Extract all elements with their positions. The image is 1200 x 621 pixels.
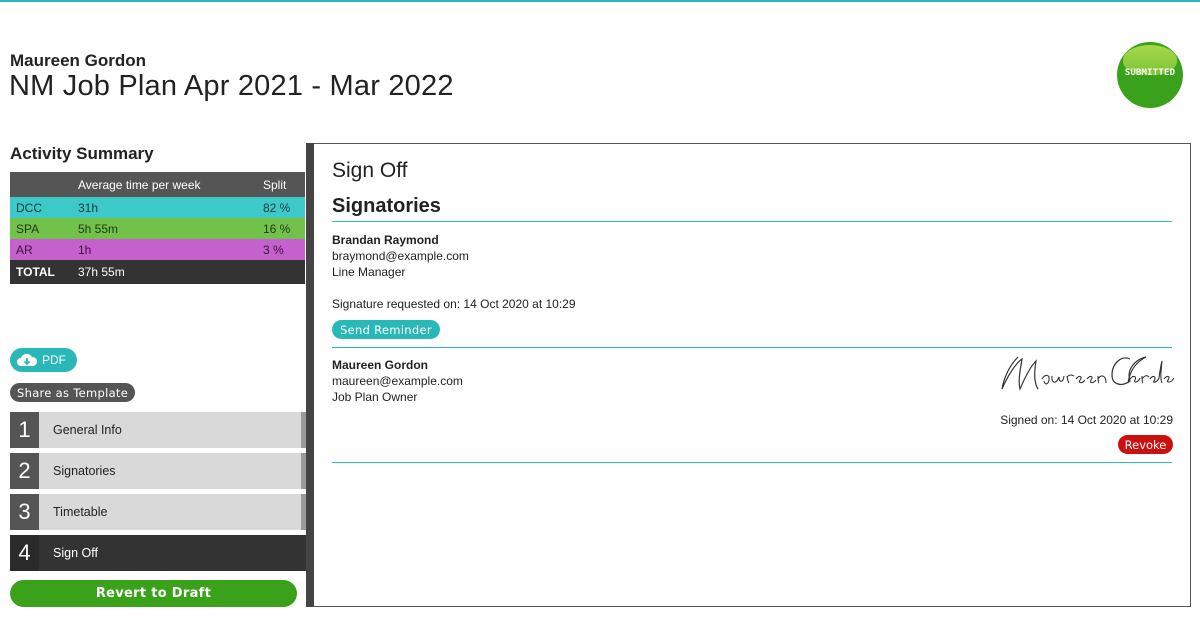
table-row: DCC 31h 82 % <box>10 197 305 218</box>
activity-split: 3 % <box>257 239 305 260</box>
step-timetable[interactable]: 3 Timetable <box>10 494 306 530</box>
activity-code: SPA <box>10 218 72 239</box>
signed-on-status: Signed on: 14 Oct 2020 at 10:29 <box>1000 413 1173 427</box>
signatory-line-manager: Brandan Raymond braymond@example.com Lin… <box>332 232 469 280</box>
step-signatories[interactable]: 2 Signatories <box>10 453 306 489</box>
column-header: Average time per week <box>72 172 257 197</box>
step-number: 3 <box>10 494 39 530</box>
revoke-button[interactable]: Revoke <box>1118 435 1173 454</box>
status-badge-label: SUBMITTED <box>1124 68 1176 78</box>
total-label: TOTAL <box>10 260 72 284</box>
user-name: Maureen Gordon <box>10 51 147 70</box>
activity-code: AR <box>10 239 72 260</box>
column-header <box>10 172 72 197</box>
step-label: Sign Off <box>53 546 98 560</box>
step-sign-off[interactable]: 4 Sign Off <box>10 535 306 571</box>
step-number: 1 <box>10 412 39 448</box>
table-header-row: Average time per week Split <box>10 172 305 197</box>
activity-code: DCC <box>10 197 72 218</box>
activity-summary-table: Average time per week Split DCC 31h 82 %… <box>10 172 305 284</box>
total-time: 37h 55m <box>72 260 257 284</box>
signatory-name: Maureen Gordon <box>332 358 429 372</box>
top-rule <box>0 0 1200 2</box>
handwritten-signature <box>1001 356 1175 391</box>
table-row: SPA 5h 55m 16 % <box>10 218 305 239</box>
page-title: NM Job Plan Apr 2021 - Mar 2022 <box>9 70 454 102</box>
column-header: Split <box>257 172 305 197</box>
signatory-job-plan-owner: Maureen Gordon maureen@example.com Job P… <box>332 357 463 405</box>
signatory-email: braymond@example.com <box>332 249 469 263</box>
step-label: Signatories <box>53 464 116 478</box>
pdf-button-label: PDF <box>42 353 66 367</box>
signature-request-status: Signature requested on: 14 Oct 2020 at 1… <box>332 297 576 311</box>
share-as-template-button[interactable]: Share as Template <box>10 383 136 402</box>
revert-to-draft-button[interactable]: Revert to Draft <box>10 580 297 607</box>
step-number: 4 <box>10 535 39 571</box>
section-bottom-divider <box>332 462 1172 463</box>
activity-time: 1h <box>72 239 257 260</box>
step-label: General Info <box>53 423 122 437</box>
signatories-heading: Signatories <box>332 195 441 217</box>
send-reminder-button[interactable]: Send Reminder <box>332 320 440 339</box>
activity-split: 16 % <box>257 218 305 239</box>
activity-time: 5h 55m <box>72 218 257 239</box>
signatory-role: Line Manager <box>332 265 406 279</box>
activity-summary-title: Activity Summary <box>10 144 154 163</box>
panel-divider <box>306 143 314 607</box>
pdf-button[interactable]: PDF <box>10 348 77 372</box>
step-number: 2 <box>10 453 39 489</box>
activity-time: 31h <box>72 197 257 218</box>
signatory-name: Brandan Raymond <box>332 233 439 247</box>
status-badge: SUBMITTED <box>1117 42 1183 108</box>
signatory-role: Job Plan Owner <box>332 390 418 404</box>
total-split <box>257 260 305 284</box>
table-row: AR 1h 3 % <box>10 239 305 260</box>
activity-split: 82 % <box>257 197 305 218</box>
section-divider <box>332 221 1172 222</box>
table-total-row: TOTAL 37h 55m <box>10 260 305 284</box>
signatory-email: maureen@example.com <box>332 374 463 388</box>
cloud-download-icon <box>16 352 38 368</box>
sign-off-title: Sign Off <box>332 159 408 182</box>
step-label: Timetable <box>53 505 108 519</box>
step-general-info[interactable]: 1 General Info <box>10 412 306 448</box>
